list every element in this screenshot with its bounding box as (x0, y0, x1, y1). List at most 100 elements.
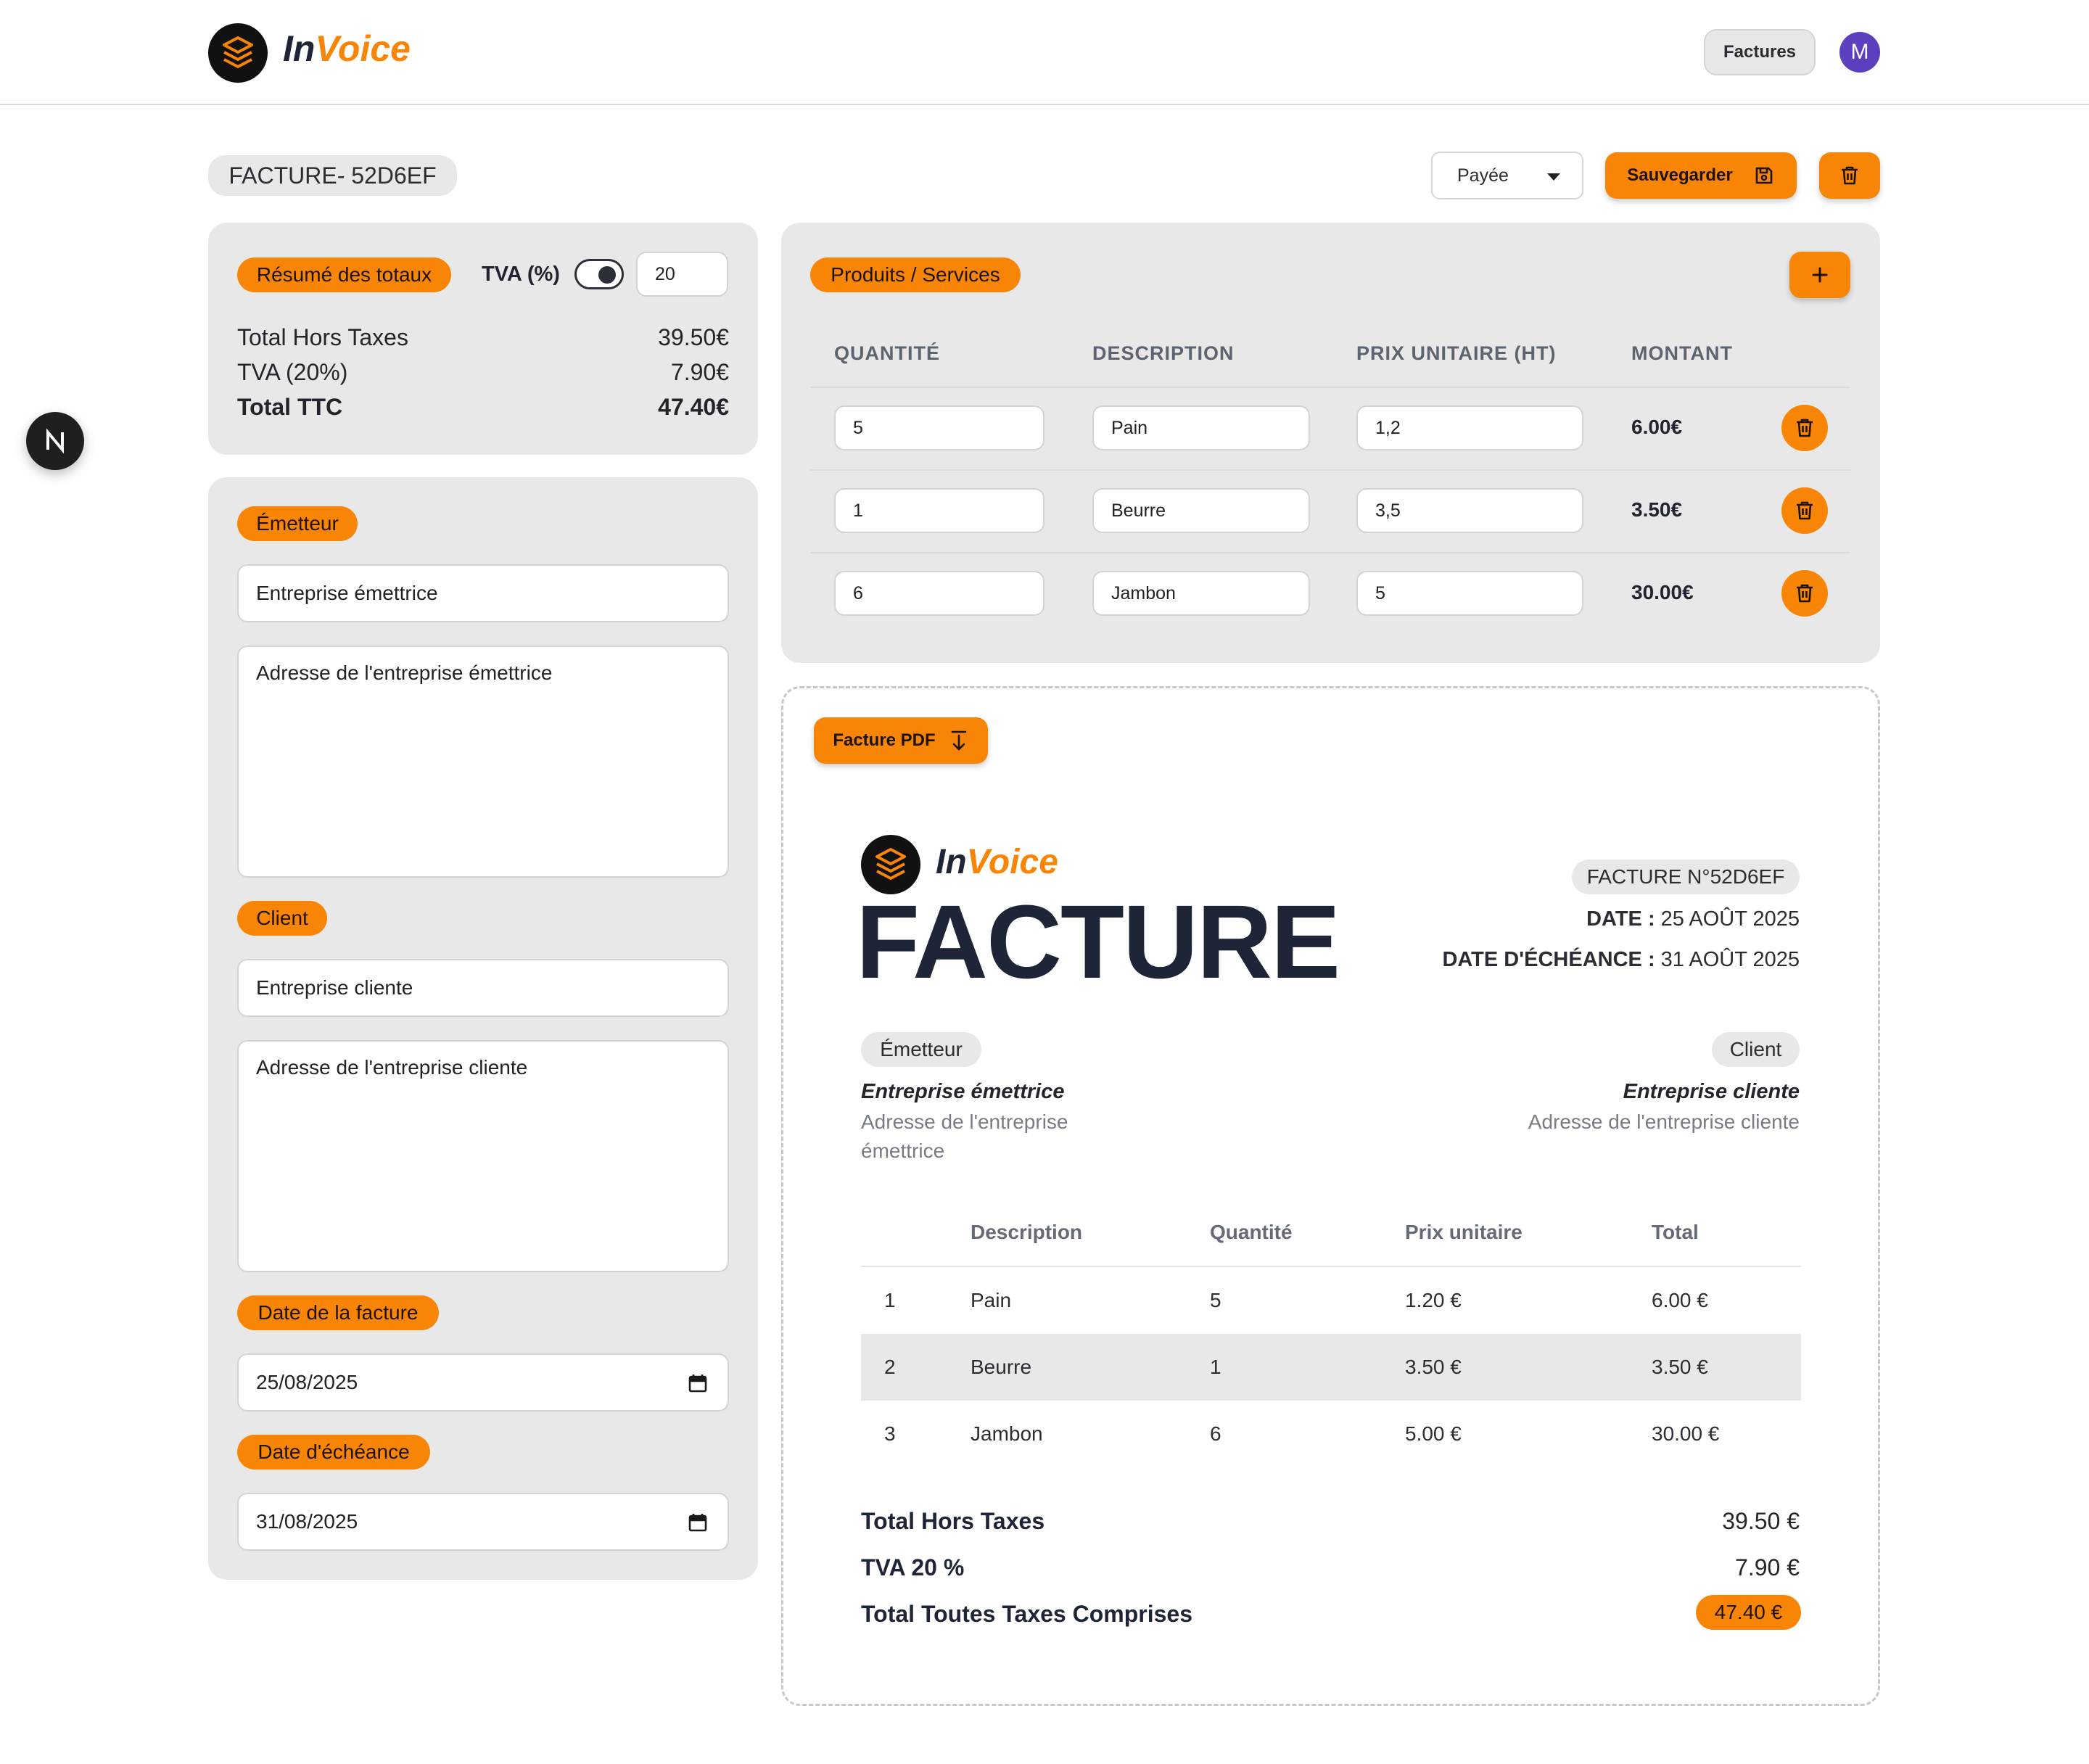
table-row: 3 Jambon 6 5.00 € 30.00 € (861, 1401, 1801, 1467)
preview-ttc-value: 47.40 € (1696, 1595, 1801, 1630)
status-select[interactable]: Payée (1431, 152, 1583, 199)
brand-in: In (936, 843, 967, 881)
preview-tva-value: 7.90 € (1735, 1554, 1800, 1580)
preview-col-description: Description (971, 1221, 1083, 1243)
total-ttc-value: 47.40€ (658, 394, 729, 420)
brand-in: In (283, 28, 316, 69)
tva-line-value: 7.90€ (670, 359, 729, 385)
due-value: 31 AOÛT 2025 (1660, 948, 1800, 971)
row-number: 3 (884, 1422, 896, 1445)
invoice-number-badge: FACTURE N°52D6EF (1572, 860, 1800, 894)
trash-icon (1839, 165, 1861, 186)
invoice-date-value: 25/08/2025 (256, 1371, 358, 1393)
preview-emitter-address-2: émettrice (861, 1139, 945, 1162)
preview-col-total: Total (1652, 1221, 1699, 1243)
top-bar: InVoice Factures M (0, 0, 2089, 105)
total-ht-value: 39.50€ (658, 324, 729, 350)
preview-client-address: Adresse de l'entreprise cliente (1528, 1110, 1800, 1133)
description-input[interactable]: Beurre (1092, 488, 1310, 533)
trash-icon (1797, 501, 1813, 520)
brand-voice: Voice (315, 28, 411, 69)
tva-input[interactable]: 20 (636, 252, 728, 297)
totals-panel: Résumé des totaux TVA (%) 20 Total Hors … (208, 223, 758, 455)
delete-row-button[interactable] (1781, 487, 1828, 534)
due-date-input[interactable]: 31/08/2025 (237, 1493, 729, 1551)
avatar[interactable]: M (1839, 32, 1880, 73)
preview-emitter-company: Entreprise émettrice (861, 1080, 1065, 1103)
description-input[interactable]: Pain (1092, 405, 1310, 450)
row-description: Pain (971, 1289, 1012, 1311)
preview-tva-label: TVA 20 % (861, 1554, 965, 1580)
pdf-button-label: Facture PDF (833, 730, 936, 750)
preview-client-badge: Client (1712, 1032, 1800, 1067)
products-badge: Produits / Services (810, 257, 1021, 292)
next-js-icon[interactable] (26, 412, 84, 470)
row-price: 5.00 € (1405, 1422, 1462, 1445)
invoice-id-label: FACTURE- 52D6EF (208, 155, 457, 196)
row-description: Jambon (971, 1422, 1043, 1445)
emitter-badge: Émetteur (237, 506, 358, 541)
preview-client-company: Entreprise cliente (1623, 1080, 1800, 1103)
due-date-line: DATE D'ÉCHÉANCE : 31 AOÛT 2025 (1442, 948, 1800, 972)
parties-panel: Émetteur Entreprise émettrice Adresse de… (208, 477, 758, 1580)
calendar-icon[interactable] (688, 1512, 707, 1533)
row-number: 2 (884, 1356, 896, 1378)
delete-row-button[interactable] (1781, 570, 1828, 617)
row-total: 3.50 € (1652, 1356, 1708, 1378)
quantity-input[interactable]: 5 (834, 405, 1044, 450)
col-quantity: QUANTITÉ (834, 342, 940, 364)
unit-price-input[interactable]: 5 (1356, 571, 1583, 616)
due-date-value: 31/08/2025 (256, 1510, 358, 1533)
client-address-textarea[interactable]: Adresse de l'entreprise cliente (237, 1040, 729, 1272)
row-quantity: 1 (1210, 1356, 1221, 1378)
table-row: 1 Pain 5 1.20 € 6.00 € (861, 1267, 1801, 1334)
invoice-preview: Facture PDF InVoice FACTURE FACTURE N°52… (781, 686, 1880, 1706)
add-product-button[interactable] (1789, 252, 1850, 298)
preview-emitter-address-1: Adresse de l'entreprise (861, 1110, 1068, 1133)
tva-toggle[interactable] (574, 259, 624, 289)
preview-emitter-badge: Émetteur (861, 1032, 981, 1067)
preview-ht-value: 39.50 € (1722, 1508, 1800, 1534)
calendar-icon[interactable] (688, 1373, 707, 1393)
brand-name[interactable]: InVoice (283, 28, 411, 70)
emitter-address-textarea[interactable]: Adresse de l'entreprise émettrice (237, 646, 729, 878)
description-input[interactable]: Jambon (1092, 571, 1310, 616)
row-price: 3.50 € (1405, 1356, 1462, 1378)
total-ht-label: Total Hors Taxes (237, 324, 408, 350)
client-company-input[interactable]: Entreprise cliente (237, 959, 729, 1017)
row-quantity: 6 (1210, 1422, 1221, 1445)
quantity-input[interactable]: 6 (834, 571, 1044, 616)
save-label: Sauvegarder (1627, 165, 1733, 185)
invoice-date-badge: Date de la facture (237, 1295, 439, 1330)
chevron-down-icon (1547, 173, 1560, 181)
status-value: Payée (1457, 165, 1509, 186)
trash-icon (1797, 584, 1813, 603)
factures-nav-button[interactable]: Factures (1704, 29, 1816, 75)
row-amount: 30.00€ (1631, 581, 1694, 603)
table-row: 2 Beurre 1 3.50 € 3.50 € (861, 1334, 1801, 1401)
due-date-badge: Date d'échéance (237, 1435, 430, 1470)
emitter-company-input[interactable]: Entreprise émettrice (237, 564, 729, 622)
row-total: 30.00 € (1652, 1422, 1720, 1445)
delete-invoice-button[interactable] (1819, 152, 1880, 199)
download-icon (949, 729, 969, 752)
brand-voice: Voice (966, 843, 1058, 881)
invoice-date-input[interactable]: 25/08/2025 (237, 1353, 729, 1411)
delete-row-button[interactable] (1781, 405, 1828, 451)
divider (810, 387, 1850, 388)
quantity-input[interactable]: 1 (834, 488, 1044, 533)
save-icon (1753, 165, 1775, 186)
logo-icon[interactable] (208, 23, 268, 83)
download-pdf-button[interactable]: Facture PDF (814, 717, 988, 764)
row-amount: 3.50€ (1631, 498, 1683, 521)
save-button[interactable]: Sauvegarder (1605, 152, 1797, 199)
tva-toggle-knob (598, 266, 616, 284)
total-ttc-label: Total TTC (237, 394, 343, 420)
trash-icon (1797, 419, 1813, 437)
row-quantity: 5 (1210, 1289, 1221, 1311)
date-label: DATE : (1586, 907, 1655, 931)
row-description: Beurre (971, 1356, 1032, 1378)
unit-price-input[interactable]: 3,5 (1356, 488, 1583, 533)
unit-price-input[interactable]: 1,2 (1356, 405, 1583, 450)
preview-col-quantity: Quantité (1210, 1221, 1293, 1243)
